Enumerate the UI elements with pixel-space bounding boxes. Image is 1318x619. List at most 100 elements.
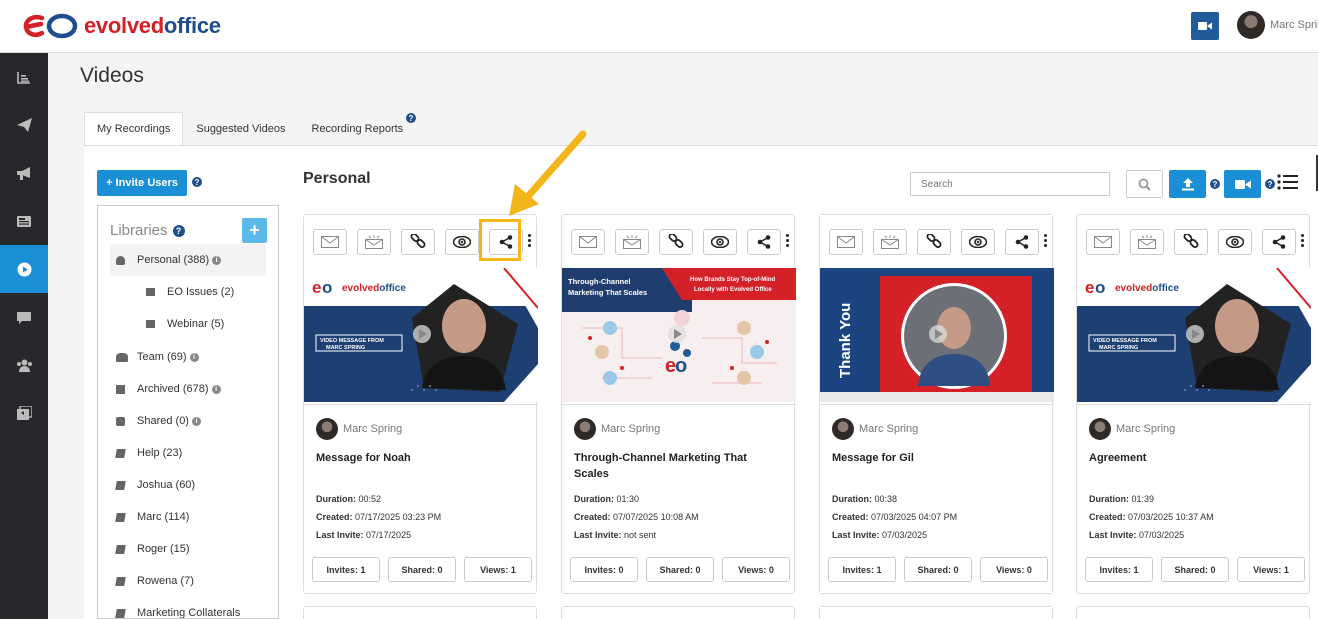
copy-link-button[interactable] — [659, 229, 693, 255]
library-item-rowena[interactable]: Rowena (7) — [110, 565, 266, 597]
copy-link-button[interactable] — [1174, 229, 1208, 255]
library-item-personal[interactable]: Personal (388) i — [110, 244, 266, 276]
team-icon — [16, 359, 32, 372]
libraries-help-icon[interactable]: ? — [172, 224, 185, 237]
shared-count-button[interactable]: Shared: 0 — [1161, 557, 1229, 582]
views-count-button[interactable]: Views: 0 — [980, 557, 1048, 582]
evolved-office-logo[interactable]: evolvedoffice — [22, 12, 221, 40]
library-item-eo-issues[interactable]: EO Issues (2) — [110, 276, 266, 308]
invites-count-button[interactable]: Invites: 0 — [570, 557, 638, 582]
invites-count-button[interactable]: Invites: 1 — [1085, 557, 1153, 582]
preview-button[interactable] — [703, 229, 737, 255]
invite-help-icon[interactable]: ? — [192, 177, 202, 187]
info-icon[interactable]: i — [212, 255, 222, 265]
add-library-button[interactable]: + — [242, 218, 267, 243]
library-item-team[interactable]: Team (69) i — [110, 341, 266, 373]
tab-suggested-videos[interactable]: Suggested Videos — [183, 112, 298, 146]
library-item-joshua[interactable]: Joshua (60) — [110, 469, 266, 501]
send-email-button[interactable] — [1086, 229, 1120, 255]
library-item-marketing-collaterals[interactable]: Marketing Collaterals — [110, 597, 266, 618]
share-button[interactable] — [747, 229, 781, 255]
copy-link-button[interactable] — [401, 229, 435, 255]
video-title[interactable]: Message for Gil — [832, 450, 1042, 466]
tab-recording-reports[interactable]: Recording Reports — [298, 112, 416, 146]
info-icon[interactable]: i — [211, 384, 221, 394]
shared-count-button[interactable]: Shared: 0 — [388, 557, 456, 582]
more-options-icon[interactable] — [1301, 234, 1305, 247]
views-count-button[interactable]: Views: 1 — [464, 557, 532, 582]
nav-send[interactable] — [0, 101, 48, 149]
recording-reports-help-icon[interactable]: ? — [406, 113, 416, 123]
share-button[interactable] — [1005, 229, 1039, 255]
video-thumbnail[interactable]: e o evolvedoffice VIDEO MESSAGE FROM MAR… — [304, 268, 538, 402]
invites-count-button[interactable]: Invites: 1 — [828, 557, 896, 582]
bulk-email-button[interactable] — [615, 229, 649, 255]
preview-button[interactable] — [445, 229, 479, 255]
upload-icon — [1181, 178, 1194, 191]
nav-chat[interactable] — [0, 293, 48, 341]
invite-users-button[interactable]: + Invite Users — [97, 170, 187, 196]
card-toolbar — [1086, 229, 1296, 255]
library-item-archived[interactable]: Archived (678) i — [110, 373, 266, 405]
nav-team[interactable] — [0, 341, 48, 389]
search-input[interactable] — [910, 172, 1110, 196]
bulk-email-button[interactable] — [357, 229, 391, 255]
video-thumbnail[interactable]: Through-Channel Marketing That Scales Ho… — [562, 268, 796, 402]
nav-videos[interactable] — [0, 245, 48, 293]
nav-media[interactable] — [0, 389, 48, 437]
preview-button[interactable] — [1218, 229, 1252, 255]
video-title[interactable]: Message for Noah — [316, 450, 526, 466]
search-button[interactable] — [1126, 170, 1163, 198]
video-title[interactable]: Agreement — [1089, 450, 1299, 466]
upload-help-icon[interactable]: ? — [1210, 179, 1220, 189]
send-email-button[interactable] — [571, 229, 605, 255]
share-icon — [1015, 235, 1029, 249]
duration-row: Duration: 01:30 — [574, 494, 640, 504]
list-view-button[interactable] — [1277, 174, 1299, 195]
bulk-email-icon — [881, 235, 899, 249]
info-icon[interactable]: i — [189, 352, 199, 362]
preview-eye-icon — [453, 236, 471, 248]
more-options-icon[interactable] — [528, 234, 532, 247]
views-count-button[interactable]: Views: 1 — [1237, 557, 1305, 582]
more-options-icon[interactable] — [786, 234, 790, 247]
send-email-button[interactable] — [829, 229, 863, 255]
library-item-roger[interactable]: Roger (15) — [110, 533, 266, 565]
created-row: Created: 07/03/2025 10:37 AM — [1089, 512, 1214, 522]
avatar — [574, 418, 596, 440]
video-card: e o evolvedoffice VIDEO MESSAGE FROM MAR… — [1076, 214, 1311, 594]
library-item-webinar[interactable]: Webinar (5) — [110, 308, 266, 340]
library-item-shared[interactable]: Shared (0) i — [110, 405, 266, 437]
video-thumbnail[interactable]: Thank You — [820, 268, 1054, 402]
nav-library[interactable] — [0, 197, 48, 245]
preview-button[interactable] — [961, 229, 995, 255]
shared-count-button[interactable]: Shared: 0 — [904, 557, 972, 582]
record-new-video-button[interactable] — [1224, 170, 1261, 198]
nav-campaigns[interactable] — [0, 149, 48, 197]
copy-link-button[interactable] — [917, 229, 951, 255]
video-thumbnail[interactable]: e o evolvedoffice VIDEO MESSAGE FROM MAR… — [1077, 268, 1311, 402]
views-count-button[interactable]: Views: 0 — [722, 557, 790, 582]
more-options-icon[interactable] — [1044, 234, 1048, 247]
tab-my-recordings[interactable]: My Recordings — [84, 112, 184, 146]
user-menu[interactable]: Marc Sprin — [1237, 11, 1318, 39]
send-email-button[interactable] — [313, 229, 347, 255]
library-label: Personal (388) — [137, 254, 210, 266]
share-icon — [1272, 235, 1286, 249]
upload-video-button[interactable] — [1169, 170, 1206, 198]
library-item-marc[interactable]: Marc (114) — [110, 501, 266, 533]
divider — [562, 404, 796, 405]
bulk-email-icon — [1138, 235, 1156, 249]
bulk-email-button[interactable] — [1130, 229, 1164, 255]
info-icon[interactable]: i — [191, 416, 201, 426]
share-button[interactable] — [1262, 229, 1296, 255]
invites-count-button[interactable]: Invites: 1 — [312, 557, 380, 582]
users-icon — [116, 352, 128, 362]
shared-count-button[interactable]: Shared: 0 — [646, 557, 714, 582]
record-video-button[interactable] — [1191, 12, 1219, 40]
record-help-icon[interactable]: ? — [1265, 179, 1275, 189]
nav-dashboard[interactable] — [0, 53, 48, 101]
library-item-help[interactable]: Help (23) — [110, 437, 266, 469]
video-title[interactable]: Through-Channel Marketing That Scales — [574, 450, 784, 482]
bulk-email-button[interactable] — [873, 229, 907, 255]
